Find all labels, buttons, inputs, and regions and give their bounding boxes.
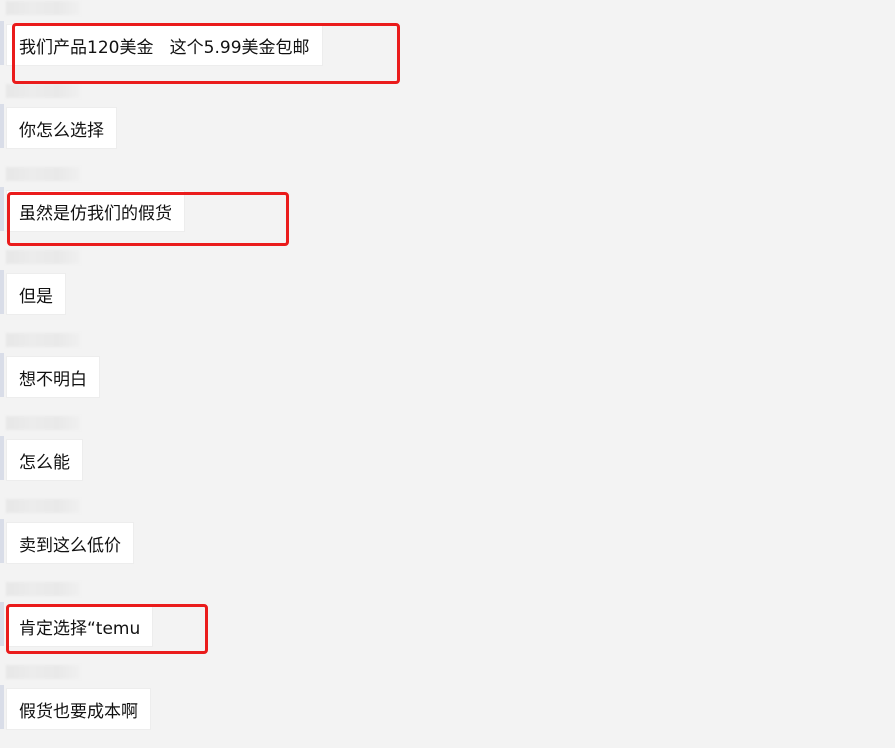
message-bubble[interactable]: 想不明白: [6, 356, 100, 398]
avatar: [0, 353, 4, 397]
message-bubble[interactable]: 虽然是仿我们的假货: [6, 190, 185, 232]
avatar: [0, 436, 4, 480]
chat-message: 假货也要成本啊: [0, 665, 895, 748]
sender-name-blurred: [6, 416, 80, 430]
message-text: 虽然是仿我们的假货: [19, 203, 172, 224]
sender-name-blurred: [6, 333, 80, 347]
message-text: 卖到这么低价: [19, 535, 121, 556]
chat-message: 我们产品120美金 这个5.99美金包邮: [0, 1, 895, 84]
avatar: [0, 270, 4, 314]
message-text: 怎么能: [19, 452, 70, 473]
message-text: 想不明白: [19, 369, 87, 390]
sender-name-blurred: [6, 582, 80, 596]
message-text: 假货也要成本啊: [19, 701, 138, 722]
sender-name-blurred: [6, 84, 80, 98]
avatar: [0, 519, 4, 563]
message-text: 但是: [19, 286, 53, 307]
chat-message: 卖到这么低价: [0, 499, 895, 582]
message-bubble[interactable]: 假货也要成本啊: [6, 688, 151, 730]
avatar: [0, 187, 4, 231]
chat-message: 但是: [0, 250, 895, 333]
message-text: 你怎么选择: [19, 120, 104, 141]
chat-message: 肯定选择“temu: [0, 582, 895, 665]
sender-name-blurred: [6, 665, 80, 679]
chat-message: 你怎么选择: [0, 84, 895, 167]
chat-message: 想不明白: [0, 333, 895, 416]
chat-message: 怎么能: [0, 416, 895, 499]
message-text: 我们产品120美金 这个5.99美金包邮: [19, 37, 310, 58]
sender-name-blurred: [6, 167, 80, 181]
chat-message-area: 我们产品120美金 这个5.99美金包邮 你怎么选择 虽然是仿我们的假货 但是 …: [0, 0, 895, 733]
sender-name-blurred: [6, 499, 80, 513]
message-bubble[interactable]: 我们产品120美金 这个5.99美金包邮: [6, 24, 323, 66]
message-bubble[interactable]: 卖到这么低价: [6, 522, 134, 564]
avatar: [0, 602, 4, 646]
sender-name-blurred: [6, 1, 80, 15]
message-text: 肯定选择“temu: [19, 618, 141, 639]
chat-message: 虽然是仿我们的假货: [0, 167, 895, 250]
avatar: [0, 104, 4, 148]
message-bubble[interactable]: 你怎么选择: [6, 107, 117, 149]
avatar: [0, 685, 4, 729]
message-bubble[interactable]: 但是: [6, 273, 66, 315]
message-bubble[interactable]: 肯定选择“temu: [6, 605, 154, 647]
message-bubble[interactable]: 怎么能: [6, 439, 83, 481]
sender-name-blurred: [6, 250, 80, 264]
avatar: [0, 21, 4, 65]
